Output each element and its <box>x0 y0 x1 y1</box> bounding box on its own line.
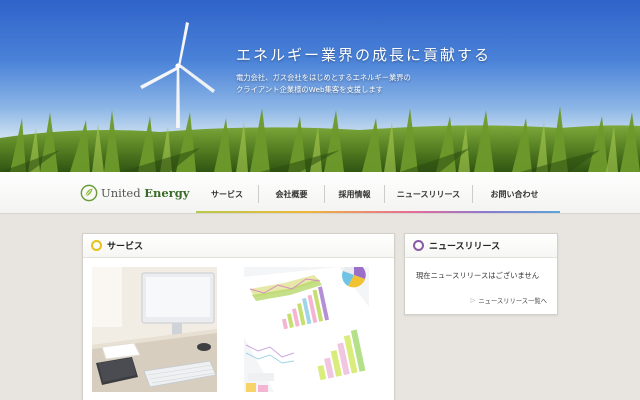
news-panel: ニュースリリース 現在ニュースリリースはございません ▷ ニュースリリース一覧へ <box>404 233 558 315</box>
yellow-ring-icon <box>91 240 102 251</box>
main-nav: サービス 会社概要 採用情報 ニュースリリース お問い合わせ <box>196 185 556 203</box>
nav-item-company[interactable]: 会社概要 <box>258 185 324 203</box>
service-image-report[interactable] <box>244 267 369 392</box>
leaf-logo-icon <box>80 184 98 202</box>
nav-item-contact[interactable]: お問い合わせ <box>472 185 556 203</box>
hero-subtext-line2: クライアント企業様のWeb集客を支援します <box>236 85 383 94</box>
news-title: ニュースリリース <box>429 242 501 252</box>
nav-rainbow-underline <box>196 211 560 213</box>
site-logo[interactable]: United Energy <box>80 181 189 205</box>
report-charts-photo <box>244 267 369 392</box>
hero-subtext: 電力会社、ガス会社をはじめとするエネルギー業界の クライアント企業様のWeb集客… <box>236 72 411 96</box>
news-empty-message: 現在ニュースリリースはございません <box>416 271 540 280</box>
hero-banner: エネルギー業界の成長に貢献する 電力会社、ガス会社をはじめとするエネルギー業界の… <box>0 0 640 172</box>
chevron-right-icon: ▷ <box>470 297 476 304</box>
hero-headline: エネルギー業界の成長に貢献する <box>236 46 492 64</box>
news-list-link[interactable]: ▷ ニュースリリース一覧へ <box>471 296 547 305</box>
nav-item-news[interactable]: ニュースリリース <box>384 185 472 203</box>
logo-text-bold: Energy <box>144 186 190 200</box>
news-list-link-label[interactable]: ニュースリリース一覧へ <box>478 296 547 305</box>
services-panel: サービス <box>82 233 395 400</box>
wind-turbine <box>140 22 215 128</box>
service-image-desk[interactable] <box>92 267 217 392</box>
nav-item-recruit[interactable]: 採用情報 <box>324 185 384 203</box>
logo-text: United Energy <box>101 186 189 200</box>
services-panel-header: サービス <box>83 234 394 258</box>
hero-subtext-line1: 電力会社、ガス会社をはじめとするエネルギー業界の <box>236 73 411 82</box>
nav-item-services[interactable]: サービス <box>196 185 258 203</box>
logo-text-light: United <box>101 186 141 200</box>
purple-ring-icon <box>413 240 424 251</box>
desk-computer-photo <box>92 267 217 392</box>
services-title: サービス <box>107 242 144 252</box>
news-panel-header: ニュースリリース <box>405 234 557 258</box>
